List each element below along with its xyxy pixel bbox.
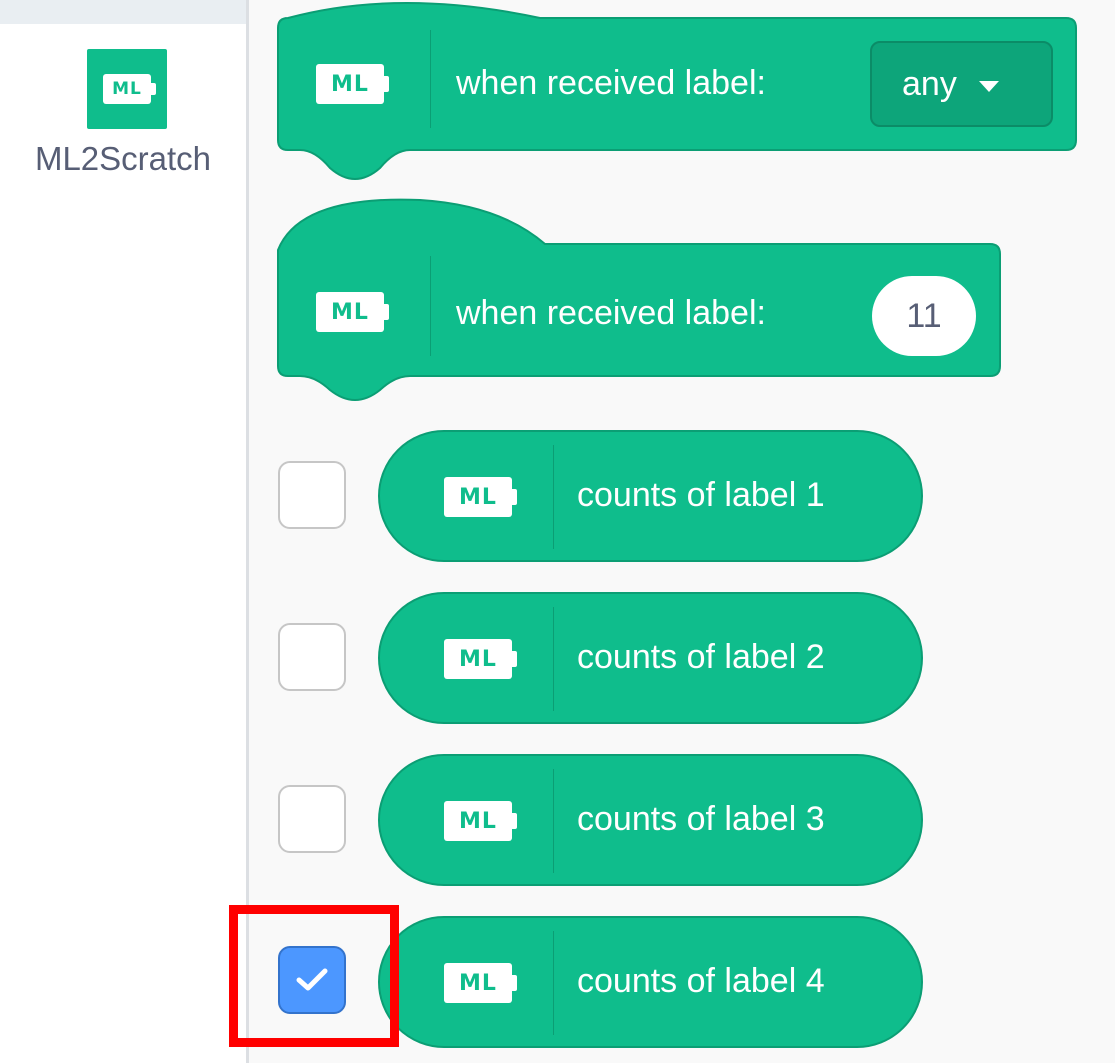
label-number-input[interactable]: 11 <box>872 276 976 356</box>
reporter-counts-of-label-4[interactable]: ML counts of label 4 <box>378 916 923 1048</box>
reporter-label: counts of label 3 <box>577 800 825 838</box>
hat-block-label: when received label: <box>456 294 766 332</box>
block-separator <box>430 256 431 356</box>
highlight-annotation-box <box>229 905 399 1047</box>
reporter-counts-of-label-1[interactable]: ML counts of label 1 <box>378 430 923 562</box>
ml-logo-icon: ML <box>444 639 517 679</box>
block-separator <box>553 769 554 873</box>
reporter-label: counts of label 2 <box>577 638 825 676</box>
checkbox-label-1[interactable] <box>278 461 346 529</box>
checkbox-label-3[interactable] <box>278 785 346 853</box>
reporter-label: counts of label 4 <box>577 962 825 1000</box>
ml-logo-icon: ML <box>444 801 517 841</box>
block-separator <box>553 931 554 1035</box>
hat-block-shape <box>277 198 1001 401</box>
checkbox-label-2[interactable] <box>278 623 346 691</box>
block-separator <box>553 607 554 711</box>
reporter-counts-of-label-3[interactable]: ML counts of label 3 <box>378 754 923 886</box>
block-separator <box>553 445 554 549</box>
ml-logo-icon: ML <box>444 477 517 517</box>
ml-logo-icon: ML <box>316 292 389 332</box>
reporter-counts-of-label-2[interactable]: ML counts of label 2 <box>378 592 923 724</box>
ml-logo-icon: ML <box>444 963 517 1003</box>
reporter-label: counts of label 1 <box>577 476 825 514</box>
